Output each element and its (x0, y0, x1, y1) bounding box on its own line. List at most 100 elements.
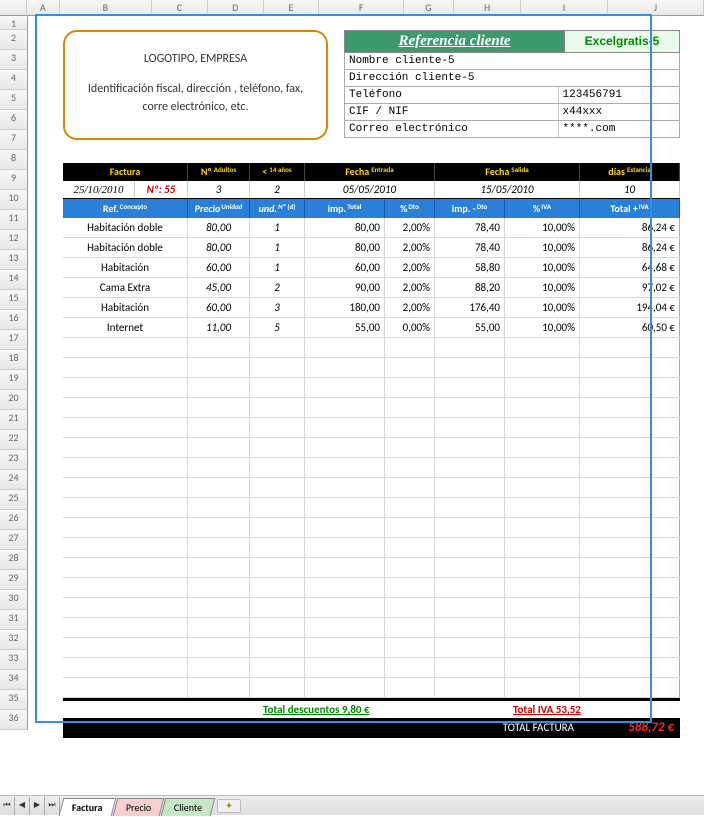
col-g[interactable]: G (404, 0, 454, 16)
nav-prev[interactable]: ◀ (15, 797, 30, 815)
row-18[interactable]: 18 (0, 350, 28, 370)
row-26[interactable]: 26 (0, 510, 28, 530)
cell-empty[interactable] (580, 558, 680, 577)
cell-empty[interactable] (305, 358, 385, 377)
cell-empty[interactable] (305, 618, 385, 637)
cell-empty[interactable] (385, 398, 435, 417)
row-33[interactable]: 33 (0, 650, 28, 670)
tab-cliente[interactable]: Cliente (160, 798, 215, 816)
cell-imp[interactable]: 180,00 (305, 298, 385, 317)
cell-empty[interactable] (505, 458, 580, 477)
cell-empty[interactable] (305, 338, 385, 357)
cell-empty[interactable] (505, 498, 580, 517)
cell-empty[interactable] (250, 538, 305, 557)
cell-und[interactable]: 1 (250, 238, 305, 257)
cell-empty[interactable] (435, 478, 505, 497)
col-j[interactable]: J (608, 0, 704, 16)
cell-empty[interactable] (305, 638, 385, 657)
nav-last[interactable]: ⏭ (45, 797, 60, 815)
row-23[interactable]: 23 (0, 450, 28, 470)
cell-empty[interactable] (63, 678, 188, 697)
cell-impdto[interactable]: 58,80 (435, 258, 505, 277)
cell-empty[interactable] (385, 658, 435, 677)
cell-empty[interactable] (188, 458, 250, 477)
cell-empty[interactable] (250, 658, 305, 677)
cell-empty[interactable] (580, 378, 680, 397)
cell-empty[interactable] (580, 638, 680, 657)
cell-empty[interactable] (250, 478, 305, 497)
cell-empty[interactable] (505, 678, 580, 697)
cell-empty[interactable] (305, 438, 385, 457)
val-menores[interactable]: 2 (250, 181, 305, 198)
cell-empty[interactable] (305, 518, 385, 537)
cell-empty[interactable] (250, 458, 305, 477)
cell-empty[interactable] (385, 358, 435, 377)
cell-empty[interactable] (385, 678, 435, 697)
cell-empty[interactable] (580, 498, 680, 517)
cell-empty[interactable] (188, 438, 250, 457)
nav-next[interactable]: ▶ (30, 797, 45, 815)
cell-empty[interactable] (63, 438, 188, 457)
cell-dto[interactable]: 2,00% (385, 278, 435, 297)
cell-empty[interactable] (188, 338, 250, 357)
cell-empty[interactable] (580, 338, 680, 357)
cell-empty[interactable] (435, 638, 505, 657)
cell-total[interactable]: 86,24 € (580, 238, 680, 257)
cell-empty[interactable] (580, 418, 680, 437)
row-32[interactable]: 32 (0, 630, 28, 650)
cell-empty[interactable] (63, 538, 188, 557)
cell-precio[interactable]: 80,00 (188, 218, 250, 237)
cell-iva[interactable]: 10,00% (505, 238, 580, 257)
cell-empty[interactable] (250, 378, 305, 397)
cell-concept[interactable]: Habitación (63, 258, 188, 277)
cell-empty[interactable] (505, 558, 580, 577)
cell-empty[interactable] (435, 618, 505, 637)
cell-empty[interactable] (435, 678, 505, 697)
row-36[interactable]: 36 (0, 710, 28, 730)
row-7[interactable]: 7 (0, 130, 28, 150)
cell-empty[interactable] (435, 398, 505, 417)
row-17[interactable]: 17 (0, 330, 28, 350)
cell-empty[interactable] (435, 658, 505, 677)
cell-empty[interactable] (188, 398, 250, 417)
cell-empty[interactable] (188, 658, 250, 677)
cell-empty[interactable] (435, 418, 505, 437)
cell-dto[interactable]: 2,00% (385, 238, 435, 257)
row-15[interactable]: 15 (0, 290, 28, 310)
val-numero[interactable]: Nº: 55 (135, 181, 188, 198)
cell-empty[interactable] (580, 538, 680, 557)
cell-imp[interactable]: 80,00 (305, 218, 385, 237)
cell-impdto[interactable]: 88,20 (435, 278, 505, 297)
row-29[interactable]: 29 (0, 570, 28, 590)
cell-precio[interactable]: 80,00 (188, 238, 250, 257)
client-value[interactable]: x44xxx (559, 104, 679, 120)
col-b[interactable]: B (60, 0, 152, 16)
cell-empty[interactable] (188, 558, 250, 577)
cell-dto[interactable]: 0,00% (385, 318, 435, 337)
cell-empty[interactable] (188, 578, 250, 597)
cell-empty[interactable] (385, 518, 435, 537)
cell-empty[interactable] (188, 618, 250, 637)
new-sheet-icon[interactable]: ✦ (217, 799, 241, 813)
cell-empty[interactable] (385, 538, 435, 557)
cell-und[interactable]: 2 (250, 278, 305, 297)
cell-empty[interactable] (250, 598, 305, 617)
cell-empty[interactable] (435, 438, 505, 457)
cell-empty[interactable] (250, 418, 305, 437)
cell-empty[interactable] (188, 518, 250, 537)
cell-empty[interactable] (385, 478, 435, 497)
cell-empty[interactable] (63, 478, 188, 497)
cell-empty[interactable] (505, 538, 580, 557)
cell-empty[interactable] (63, 558, 188, 577)
row-13[interactable]: 13 (0, 250, 28, 270)
nav-first[interactable]: ⏮ (0, 797, 15, 815)
cell-empty[interactable] (435, 578, 505, 597)
cell-empty[interactable] (305, 418, 385, 437)
cell-imp[interactable]: 90,00 (305, 278, 385, 297)
cell-total[interactable]: 64,68 € (580, 258, 680, 277)
cell-empty[interactable] (580, 398, 680, 417)
cell-empty[interactable] (385, 338, 435, 357)
cell-und[interactable]: 1 (250, 258, 305, 277)
row-2[interactable]: 2 (0, 30, 28, 50)
tab-factura[interactable]: Factura (59, 798, 116, 816)
